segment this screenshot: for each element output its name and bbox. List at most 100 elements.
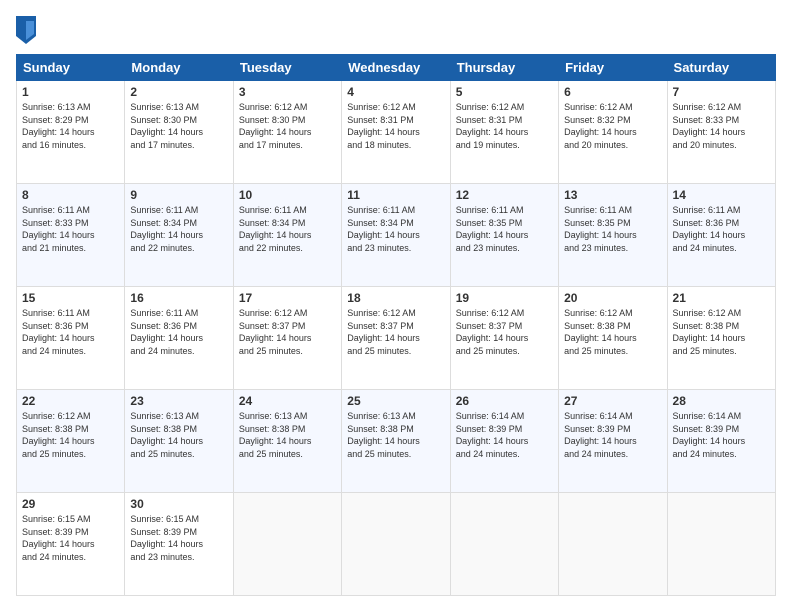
calendar-cell: 20Sunrise: 6:12 AM Sunset: 8:38 PM Dayli…: [559, 287, 667, 390]
calendar-cell: 13 Sunrise: 6:11 AM Sunset: 8:35 PM Dayli…: [559, 184, 667, 287]
calendar-cell: 27 Sunrise: 6:14 AM Sunset: 8:39 PM Dayli…: [559, 390, 667, 493]
day-number: 23: [130, 394, 227, 408]
calendar-cell: 24 Sunrise: 6:13 AM Sunset: 8:38 PM Dayli…: [233, 390, 341, 493]
calendar-row-4: 29 Sunrise: 6:15 AM Sunset: 8:39 PM Dayli…: [17, 493, 776, 596]
calendar-cell: 11 Sunrise: 6:11 AM Sunset: 8:34 PM Dayli…: [342, 184, 450, 287]
weekday-header-row: SundayMondayTuesdayWednesdayThursdayFrid…: [17, 55, 776, 81]
calendar-cell: 10 Sunrise: 6:11 AM Sunset: 8:34 PM Dayli…: [233, 184, 341, 287]
day-number: 27: [564, 394, 661, 408]
weekday-header-monday: Monday: [125, 55, 233, 81]
calendar-cell: 8 Sunrise: 6:11 AM Sunset: 8:33 PM Daylig…: [17, 184, 125, 287]
cell-info: Sunrise: 6:11 AM Sunset: 8:36 PM Dayligh…: [673, 204, 770, 254]
calendar-row-2: 15 Sunrise: 6:11 AM Sunset: 8:36 PM Dayli…: [17, 287, 776, 390]
day-number: 11: [347, 188, 444, 202]
calendar-cell: 5 Sunrise: 6:12 AM Sunset: 8:31 PM Daylig…: [450, 81, 558, 184]
cell-info: Sunrise: 6:15 AM Sunset: 8:39 PM Dayligh…: [22, 513, 119, 563]
cell-info: Sunrise: 6:13 AM Sunset: 8:29 PM Dayligh…: [22, 101, 119, 151]
cell-info: Sunrise: 6:11 AM Sunset: 8:35 PM Dayligh…: [564, 204, 661, 254]
day-number: 28: [673, 394, 770, 408]
calendar-cell: [559, 493, 667, 596]
calendar-cell: 21 Sunrise: 6:12 AM Sunset: 8:38 PM Dayli…: [667, 287, 775, 390]
day-number: 20: [564, 291, 661, 305]
weekday-header-friday: Friday: [559, 55, 667, 81]
cell-info: Sunrise: 6:14 AM Sunset: 8:39 PM Dayligh…: [564, 410, 661, 460]
cell-info: Sunrise: 6:13 AM Sunset: 8:38 PM Dayligh…: [130, 410, 227, 460]
calendar-cell: [342, 493, 450, 596]
calendar-cell: 18 Sunrise: 6:12 AM Sunset: 8:37 PM Dayli…: [342, 287, 450, 390]
calendar-cell: 17Sunrise: 6:12 AM Sunset: 8:37 PM Dayli…: [233, 287, 341, 390]
day-number: 19: [456, 291, 553, 305]
cell-info: Sunrise: 6:12 AM Sunset: 8:31 PM Dayligh…: [456, 101, 553, 151]
weekday-header-wednesday: Wednesday: [342, 55, 450, 81]
calendar-row-3: 22 Sunrise: 6:12 AM Sunset: 8:38 PM Dayli…: [17, 390, 776, 493]
cell-info: Sunrise: 6:12 AM Sunset: 8:38 PM Dayligh…: [673, 307, 770, 357]
day-number: 2: [130, 85, 227, 99]
day-number: 15: [22, 291, 119, 305]
day-number: 29: [22, 497, 119, 511]
calendar-cell: 16Sunrise: 6:11 AM Sunset: 8:36 PM Dayli…: [125, 287, 233, 390]
cell-info: Sunrise: 6:11 AM Sunset: 8:34 PM Dayligh…: [130, 204, 227, 254]
cell-info: Sunrise: 6:14 AM Sunset: 8:39 PM Dayligh…: [673, 410, 770, 460]
cell-info: Sunrise: 6:12 AM Sunset: 8:32 PM Dayligh…: [564, 101, 661, 151]
cell-info: Sunrise: 6:15 AM Sunset: 8:39 PM Dayligh…: [130, 513, 227, 563]
calendar-cell: [667, 493, 775, 596]
calendar-cell: 30 Sunrise: 6:15 AM Sunset: 8:39 PM Dayli…: [125, 493, 233, 596]
cell-info: Sunrise: 6:12 AM Sunset: 8:38 PM Dayligh…: [22, 410, 119, 460]
cell-info: Sunrise: 6:11 AM Sunset: 8:36 PM Dayligh…: [22, 307, 119, 357]
day-number: 1: [22, 85, 119, 99]
weekday-header-thursday: Thursday: [450, 55, 558, 81]
cell-info: Sunrise: 6:12 AM Sunset: 8:37 PM Dayligh…: [347, 307, 444, 357]
day-number: 30: [130, 497, 227, 511]
day-number: 4: [347, 85, 444, 99]
day-number: 12: [456, 188, 553, 202]
cell-info: Sunrise: 6:11 AM Sunset: 8:35 PM Dayligh…: [456, 204, 553, 254]
day-number: 26: [456, 394, 553, 408]
calendar-cell: 22 Sunrise: 6:12 AM Sunset: 8:38 PM Dayli…: [17, 390, 125, 493]
weekday-header-sunday: Sunday: [17, 55, 125, 81]
calendar-cell: 15 Sunrise: 6:11 AM Sunset: 8:36 PM Dayli…: [17, 287, 125, 390]
day-number: 16: [130, 291, 227, 305]
day-number: 10: [239, 188, 336, 202]
day-number: 25: [347, 394, 444, 408]
calendar-cell: 14 Sunrise: 6:11 AM Sunset: 8:36 PM Dayli…: [667, 184, 775, 287]
cell-info: Sunrise: 6:11 AM Sunset: 8:34 PM Dayligh…: [347, 204, 444, 254]
page: SundayMondayTuesdayWednesdayThursdayFrid…: [0, 0, 792, 612]
day-number: 5: [456, 85, 553, 99]
logo: [16, 16, 40, 44]
calendar-cell: 4 Sunrise: 6:12 AM Sunset: 8:31 PM Daylig…: [342, 81, 450, 184]
cell-info: Sunrise: 6:12 AM Sunset: 8:31 PM Dayligh…: [347, 101, 444, 151]
day-number: 24: [239, 394, 336, 408]
cell-info: Sunrise: 6:11 AM Sunset: 8:34 PM Dayligh…: [239, 204, 336, 254]
calendar-cell: 29 Sunrise: 6:15 AM Sunset: 8:39 PM Dayli…: [17, 493, 125, 596]
day-number: 8: [22, 188, 119, 202]
calendar-cell: 6 Sunrise: 6:12 AM Sunset: 8:32 PM Daylig…: [559, 81, 667, 184]
header: [16, 16, 776, 44]
day-number: 22: [22, 394, 119, 408]
cell-info: Sunrise: 6:13 AM Sunset: 8:30 PM Dayligh…: [130, 101, 227, 151]
day-number: 9: [130, 188, 227, 202]
calendar-cell: 25Sunrise: 6:13 AM Sunset: 8:38 PM Dayli…: [342, 390, 450, 493]
day-number: 21: [673, 291, 770, 305]
day-number: 7: [673, 85, 770, 99]
weekday-header-saturday: Saturday: [667, 55, 775, 81]
cell-info: Sunrise: 6:11 AM Sunset: 8:33 PM Dayligh…: [22, 204, 119, 254]
calendar-cell: 19 Sunrise: 6:12 AM Sunset: 8:37 PM Dayli…: [450, 287, 558, 390]
day-number: 6: [564, 85, 661, 99]
calendar-cell: 1 Sunrise: 6:13 AM Sunset: 8:29 PM Daylig…: [17, 81, 125, 184]
calendar-cell: [450, 493, 558, 596]
cell-info: Sunrise: 6:12 AM Sunset: 8:37 PM Dayligh…: [456, 307, 553, 357]
calendar-cell: 23 Sunrise: 6:13 AM Sunset: 8:38 PM Dayli…: [125, 390, 233, 493]
calendar-table: SundayMondayTuesdayWednesdayThursdayFrid…: [16, 54, 776, 596]
day-number: 13: [564, 188, 661, 202]
calendar-cell: 28 Sunrise: 6:14 AM Sunset: 8:39 PM Dayli…: [667, 390, 775, 493]
calendar-cell: 3Sunrise: 6:12 AM Sunset: 8:30 PM Daylig…: [233, 81, 341, 184]
cell-info: Sunrise: 6:12 AM Sunset: 8:30 PM Dayligh…: [239, 101, 336, 151]
cell-info: Sunrise: 6:14 AM Sunset: 8:39 PM Dayligh…: [456, 410, 553, 460]
cell-info: Sunrise: 6:13 AM Sunset: 8:38 PM Dayligh…: [239, 410, 336, 460]
calendar-cell: 26 Sunrise: 6:14 AM Sunset: 8:39 PM Dayli…: [450, 390, 558, 493]
calendar-cell: 12 Sunrise: 6:11 AM Sunset: 8:35 PM Dayli…: [450, 184, 558, 287]
day-number: 14: [673, 188, 770, 202]
calendar-row-0: 1 Sunrise: 6:13 AM Sunset: 8:29 PM Daylig…: [17, 81, 776, 184]
cell-info: Sunrise: 6:12 AM Sunset: 8:37 PM Dayligh…: [239, 307, 336, 357]
day-number: 18: [347, 291, 444, 305]
